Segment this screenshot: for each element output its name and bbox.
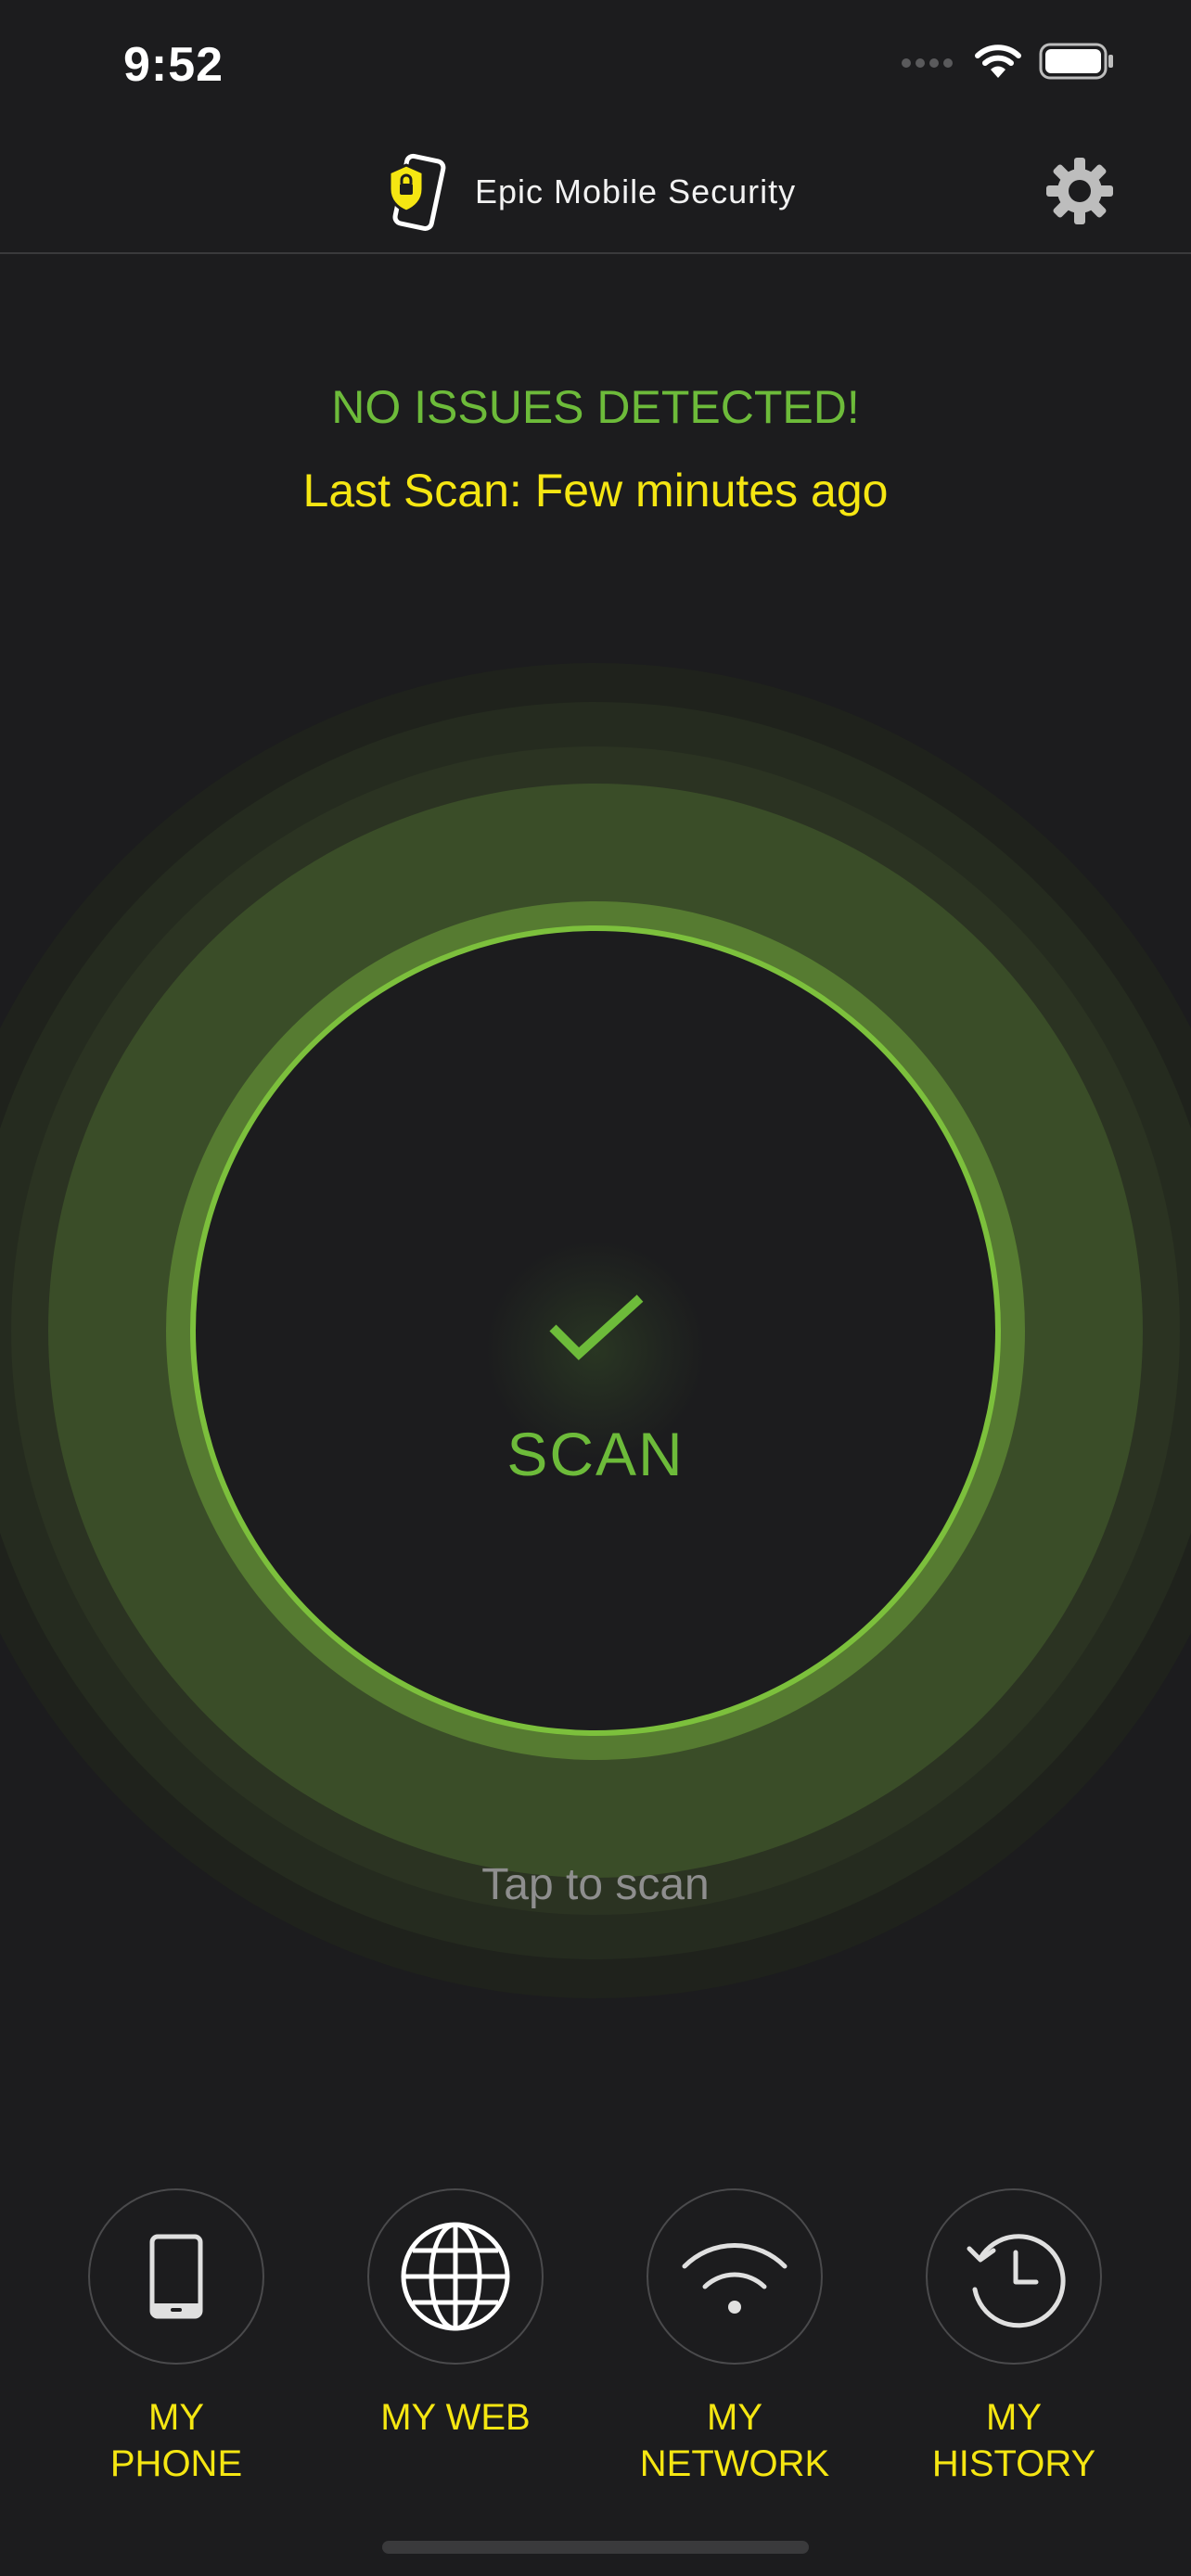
globe-icon xyxy=(401,2222,510,2331)
nav-my-history[interactable]: MY HISTORY xyxy=(893,2188,1134,2487)
nav-my-network[interactable]: MY NETWORK xyxy=(614,2188,855,2487)
nav-phone-circle[interactable] xyxy=(88,2188,264,2365)
tap-to-scan-hint: Tap to scan xyxy=(481,1860,710,1909)
app-title: Epic Mobile Security xyxy=(475,172,797,210)
app-brand: Epic Mobile Security xyxy=(382,152,796,232)
nav-my-phone[interactable]: MY PHONE xyxy=(56,2188,297,2487)
nav-label-my-network: MY NETWORK xyxy=(614,2394,855,2487)
phone-icon xyxy=(149,2234,203,2319)
nav-label-line: MY xyxy=(707,2397,762,2438)
battery-icon xyxy=(1039,43,1113,80)
nav-label-line: PHONE xyxy=(109,2443,243,2484)
status-indicators xyxy=(902,43,1115,80)
cellular-signal-icon xyxy=(902,58,953,68)
nav-label-line: MY WEB xyxy=(380,2397,531,2438)
nav-label-line: MY xyxy=(148,2397,204,2438)
wifi-icon xyxy=(682,2243,788,2314)
scan-button[interactable] xyxy=(197,931,994,1728)
nav-label-line: MY xyxy=(986,2397,1042,2438)
nav-label-my-web: MY WEB xyxy=(335,2394,576,2441)
nav-label-line: NETWORK xyxy=(639,2443,830,2484)
nav-network-circle[interactable] xyxy=(647,2188,823,2365)
nav-my-web[interactable]: MY WEB xyxy=(335,2188,576,2441)
settings-gear-icon[interactable] xyxy=(1044,156,1115,226)
nav-history-circle[interactable] xyxy=(926,2188,1102,2365)
nav-label-my-history: MY HISTORY xyxy=(893,2394,1134,2487)
nav-label-my-phone: MY PHONE xyxy=(56,2394,297,2487)
nav-label-line: HISTORY xyxy=(931,2443,1096,2484)
history-icon xyxy=(967,2234,1066,2328)
status-time: 9:52 xyxy=(123,38,224,92)
nav-web-circle[interactable] xyxy=(367,2188,544,2365)
wifi-status-icon xyxy=(975,45,1021,78)
scan-result-text: NO ISSUES DETECTED! xyxy=(331,381,860,433)
home-indicator[interactable] xyxy=(382,2541,809,2554)
app-logo-icon xyxy=(388,153,446,231)
last-scan-text: Last Scan: Few minutes ago xyxy=(302,465,889,516)
